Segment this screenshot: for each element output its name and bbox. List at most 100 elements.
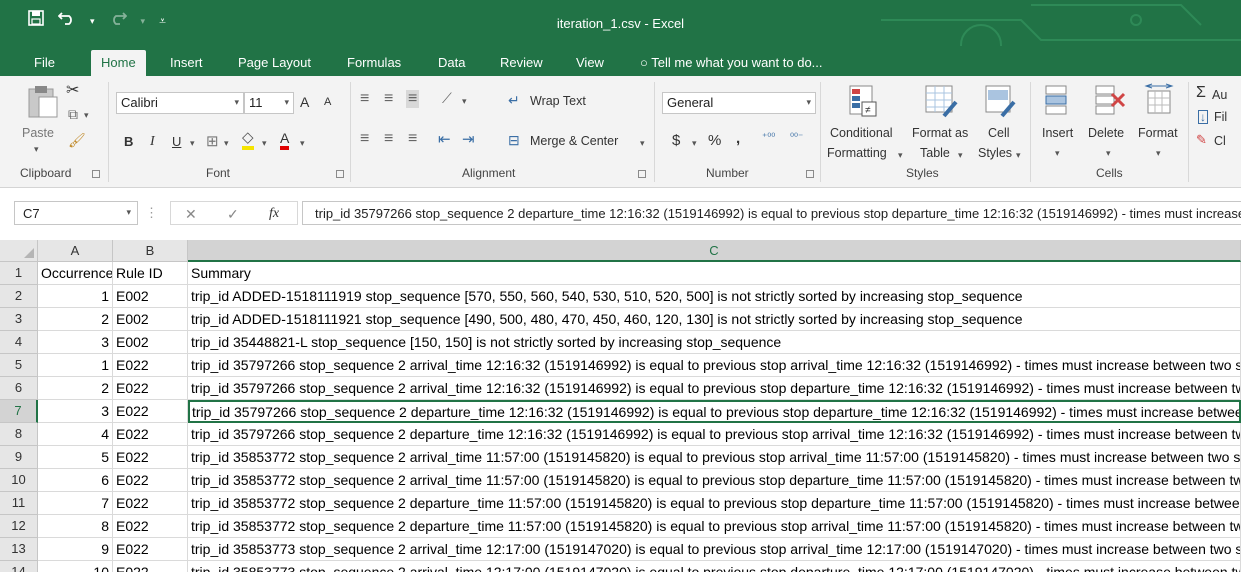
- font-color-dropdown-icon[interactable]: ▾: [300, 138, 305, 149]
- cell-c[interactable]: trip_id 35853772 stop_sequence 2 arrival…: [188, 469, 1241, 492]
- delete-cells-icon[interactable]: [1094, 84, 1126, 116]
- currency-button[interactable]: $: [672, 132, 680, 149]
- cell-b[interactable]: E022: [113, 354, 188, 377]
- copy-icon[interactable]: ⧉: [68, 106, 78, 123]
- row-header[interactable]: 13: [0, 538, 38, 561]
- copy-dropdown-icon[interactable]: ▾: [84, 110, 89, 121]
- tab-formulas[interactable]: Formulas: [347, 52, 401, 76]
- number-launcher-icon[interactable]: [806, 170, 814, 178]
- tab-review[interactable]: Review: [500, 52, 543, 76]
- name-box[interactable]: C7 ▾: [14, 201, 138, 225]
- format-painter-icon[interactable]: 🖌: [68, 132, 86, 149]
- clear-button[interactable]: Cl: [1214, 134, 1226, 148]
- cell-a[interactable]: 10: [38, 561, 113, 572]
- enter-icon[interactable]: ✓: [227, 206, 239, 223]
- formula-input[interactable]: trip_id 35797266 stop_sequence 2 departu…: [302, 201, 1241, 225]
- row-header[interactable]: 3: [0, 308, 38, 331]
- merge-center-button[interactable]: Merge & Center: [530, 134, 618, 148]
- cell-c[interactable]: trip_id 35853772 stop_sequence 2 arrival…: [188, 446, 1241, 469]
- cell-b[interactable]: E022: [113, 515, 188, 538]
- cell-a[interactable]: 3: [38, 400, 113, 423]
- autosum-button[interactable]: Au: [1212, 88, 1227, 102]
- name-box-dropdown-icon[interactable]: ▾: [126, 207, 131, 218]
- cell-styles-icon[interactable]: [984, 84, 1016, 118]
- cut-icon[interactable]: ✂: [66, 80, 79, 100]
- column-header-a[interactable]: A: [38, 240, 113, 262]
- cell-b[interactable]: E022: [113, 377, 188, 400]
- percent-button[interactable]: %: [708, 132, 721, 149]
- align-right-icon[interactable]: ≡: [408, 130, 417, 148]
- delete-button[interactable]: Delete: [1088, 126, 1124, 140]
- cell-b[interactable]: E022: [113, 469, 188, 492]
- cell-styles-label-1[interactable]: Cell: [988, 126, 1010, 140]
- cell-a[interactable]: 3: [38, 331, 113, 354]
- active-cell-c7[interactable]: trip_id 35797266 stop_sequence 2 departu…: [188, 400, 1241, 423]
- cell-a[interactable]: Occurrences: [38, 262, 113, 285]
- font-size-dropdown-icon[interactable]: ▾: [284, 97, 289, 108]
- merge-dropdown-icon[interactable]: ▾: [640, 138, 645, 149]
- conditional-formatting-label-2[interactable]: Formatting: [827, 146, 887, 160]
- comma-button[interactable]: ,: [736, 130, 740, 147]
- cell-c[interactable]: trip_id 35853772 stop_sequence 2 departu…: [188, 515, 1241, 538]
- cell-c[interactable]: trip_id ADDED-1518111921 stop_sequence […: [188, 308, 1241, 331]
- cell-b[interactable]: E022: [113, 400, 188, 423]
- align-left-icon[interactable]: ≡: [360, 130, 369, 148]
- row-header[interactable]: 7: [0, 400, 38, 423]
- fill-button[interactable]: Fil: [1214, 110, 1227, 124]
- orientation-icon[interactable]: ⟋: [442, 90, 452, 107]
- decrease-indent-icon[interactable]: ⇤: [438, 130, 451, 148]
- cell-c[interactable]: trip_id 35853772 stop_sequence 2 departu…: [188, 492, 1241, 515]
- tab-data[interactable]: Data: [438, 52, 465, 76]
- merge-center-icon[interactable]: ⊟: [508, 132, 520, 149]
- cell-a[interactable]: 1: [38, 285, 113, 308]
- cell-a[interactable]: 9: [38, 538, 113, 561]
- row-header[interactable]: 10: [0, 469, 38, 492]
- row-header[interactable]: 11: [0, 492, 38, 515]
- decrease-decimal-icon[interactable]: ⁰⁰⁻: [790, 132, 803, 143]
- cell-c[interactable]: trip_id 35797266 stop_sequence 2 arrival…: [188, 377, 1241, 400]
- underline-button[interactable]: U: [172, 134, 181, 149]
- increase-indent-icon[interactable]: ⇥: [462, 130, 475, 148]
- column-header-b[interactable]: B: [113, 240, 188, 262]
- number-format-dropdown-icon[interactable]: ▾: [806, 97, 811, 108]
- autosum-icon[interactable]: Σ: [1196, 84, 1206, 102]
- format-as-table-icon[interactable]: [924, 84, 958, 118]
- cell-b[interactable]: E002: [113, 285, 188, 308]
- cell-c[interactable]: trip_id ADDED-1518111919 stop_sequence […: [188, 285, 1241, 308]
- row-header[interactable]: 4: [0, 331, 38, 354]
- paste-dropdown-icon[interactable]: ▾: [34, 144, 39, 155]
- font-color-icon[interactable]: A: [280, 130, 290, 150]
- cancel-icon[interactable]: ✕: [185, 206, 197, 223]
- cell-styles-label-2[interactable]: Styles: [978, 146, 1012, 160]
- row-header[interactable]: 1: [0, 262, 38, 285]
- conditional-formatting-icon[interactable]: ≠: [848, 84, 878, 118]
- cell-a[interactable]: 4: [38, 423, 113, 446]
- column-header-c[interactable]: C: [188, 240, 1241, 262]
- insert-button[interactable]: Insert: [1042, 126, 1073, 140]
- tab-home[interactable]: Home: [91, 50, 146, 76]
- clipboard-launcher-icon[interactable]: [92, 170, 100, 178]
- format-as-table-label-1[interactable]: Format as: [912, 126, 968, 140]
- tell-me-box[interactable]: ○ Tell me what you want to do...: [640, 52, 823, 76]
- fill-color-dropdown-icon[interactable]: ▾: [262, 138, 267, 149]
- cell-b[interactable]: E022: [113, 446, 188, 469]
- clear-icon[interactable]: ✎: [1196, 132, 1207, 148]
- grow-font-button[interactable]: A: [300, 94, 309, 110]
- row-header[interactable]: 6: [0, 377, 38, 400]
- delete-dropdown-icon[interactable]: ▾: [1106, 148, 1111, 159]
- row-header[interactable]: 8: [0, 423, 38, 446]
- tab-file[interactable]: File: [34, 52, 55, 76]
- cell-a[interactable]: 7: [38, 492, 113, 515]
- alignment-launcher-icon[interactable]: [638, 170, 646, 178]
- underline-dropdown-icon[interactable]: ▾: [190, 138, 195, 149]
- row-header[interactable]: 9: [0, 446, 38, 469]
- align-top-icon[interactable]: ≡: [360, 90, 369, 108]
- paste-icon[interactable]: [26, 84, 60, 120]
- increase-decimal-icon[interactable]: ⁺⁰⁰: [762, 132, 775, 143]
- cell-a[interactable]: 8: [38, 515, 113, 538]
- row-header[interactable]: 2: [0, 285, 38, 308]
- align-center-icon[interactable]: ≡: [384, 130, 393, 148]
- cell-b[interactable]: E022: [113, 538, 188, 561]
- cell-c[interactable]: trip_id 35797266 stop_sequence 2 arrival…: [188, 354, 1241, 377]
- font-name-box[interactable]: Calibri ▾: [116, 92, 244, 114]
